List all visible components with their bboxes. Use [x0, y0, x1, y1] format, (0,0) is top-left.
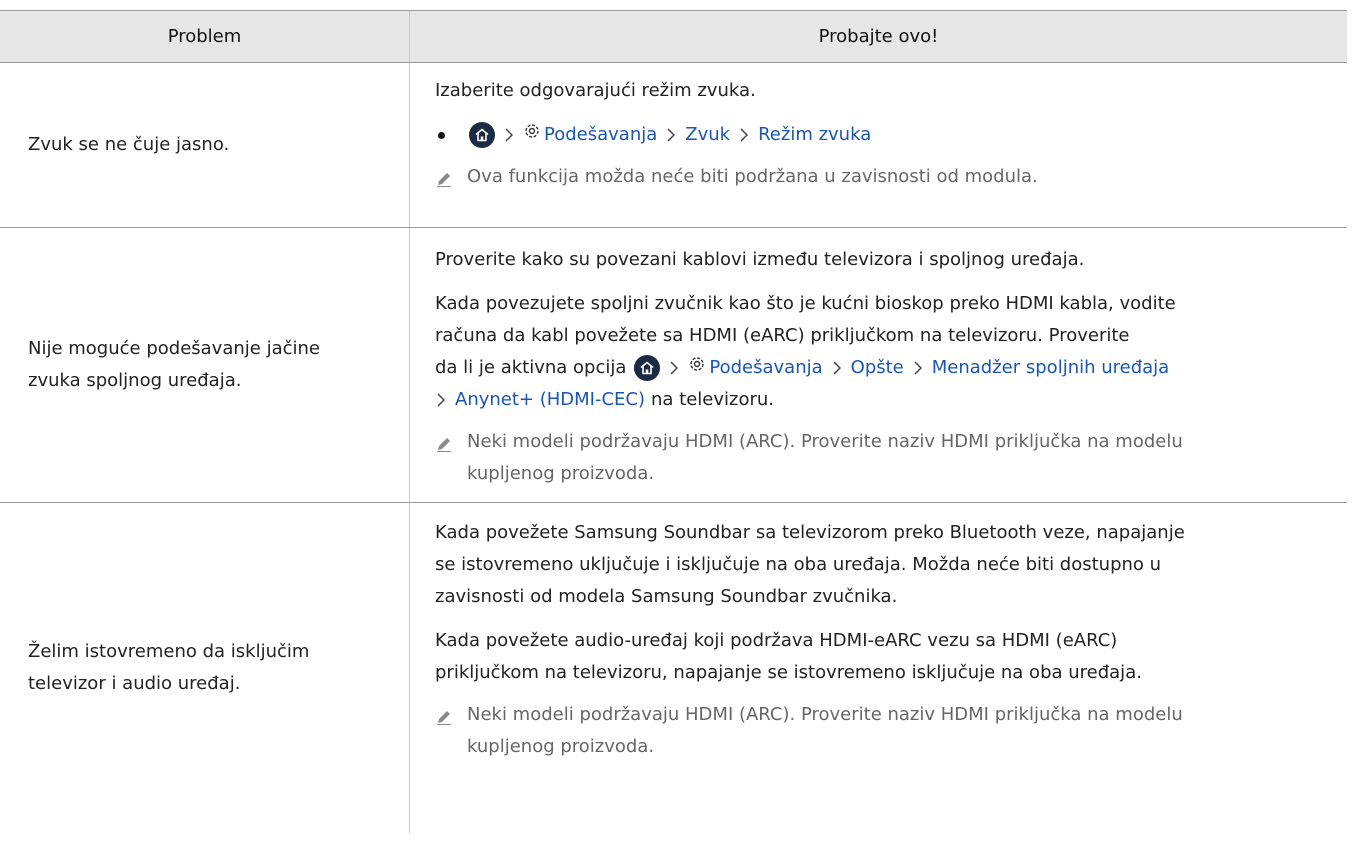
solution-text: Proverite kako su povezani kablovi izmeđ… [435, 249, 1085, 270]
note: Neki modeli podržavaju HDMI (ARC). Prove… [435, 699, 1335, 763]
solution-line: računa da kabl povežete sa HDMI (eARC) p… [435, 325, 1130, 346]
bullet-icon [438, 131, 445, 139]
solution-cell: Izaberite odgovarajući režim zvuka. Pode… [409, 63, 1347, 227]
menu-path: da li je aktivna opcija Podešavanja Opšt [435, 352, 1335, 384]
problem-text-line: Želim istovremeno da isključim [28, 641, 310, 662]
menu-link-settings[interactable]: Podešavanja [709, 352, 822, 384]
pencil-note-icon [435, 161, 467, 199]
chevron-right-icon [833, 352, 841, 384]
note-line: kupljenog proizvoda. [467, 736, 655, 757]
chevron-right-icon [437, 384, 445, 416]
note-text: Neki modeli podržavaju HDMI (ARC). Prove… [467, 426, 1335, 490]
problem-text-line: Nije moguće podešavanje jačine [28, 338, 320, 359]
pencil-note-icon [435, 426, 467, 490]
table-header: Problem Probajte ovo! [0, 10, 1347, 63]
table-row: Želim istovremeno da isključim televizor… [0, 503, 1347, 833]
home-icon[interactable] [469, 122, 495, 148]
problem-text-line: zvuka spoljnog uređaja. [28, 370, 242, 391]
menu-link-anynet[interactable]: Anynet+ (HDMI-CEC) [455, 384, 645, 416]
chevron-right-icon [914, 352, 922, 384]
solution-line: priključkom na televizoru, napajanje se … [435, 662, 1142, 683]
menu-path: Podešavanja Zvuk Režim zvuka [435, 119, 1335, 151]
solution-line: Kada povežete audio-uređaj koji podržava… [435, 630, 1118, 651]
solution-text: Izaberite odgovarajući režim zvuka. [435, 80, 756, 101]
chevron-right-icon [505, 119, 513, 151]
solution-line: zavisnosti od modela Samsung Soundbar zv… [435, 586, 898, 607]
gear-icon [688, 352, 706, 384]
solution-cell: Proverite kako su povezani kablovi izmeđ… [409, 228, 1347, 502]
menu-link-external-device-manager[interactable]: Menadžer spoljnih uređaja [932, 352, 1169, 384]
note-text: Ova funkcija možda neće biti podržana u … [467, 166, 1038, 187]
menu-path-continued: Anynet+ (HDMI-CEC) na televizoru. [435, 384, 1335, 416]
problem-cell: Nije moguće podešavanje jačine zvuka spo… [0, 228, 409, 502]
home-icon[interactable] [634, 355, 661, 381]
note-text: Neki modeli podržavaju HDMI (ARC). Prove… [467, 699, 1335, 763]
solution-line: da li je aktivna opcija [435, 357, 627, 378]
solution-cell: Kada povežete Samsung Soundbar sa televi… [409, 503, 1347, 833]
problem-cell: Želim istovremeno da isključim televizor… [0, 503, 409, 833]
menu-link-sound[interactable]: Zvuk [685, 119, 730, 151]
chevron-right-icon [667, 119, 676, 151]
menu-link-settings[interactable]: Podešavanja [544, 119, 657, 151]
note-line: kupljenog proizvoda. [467, 463, 655, 484]
menu-link-sound-mode[interactable]: Režim zvuka [758, 119, 871, 151]
solution-paragraph: Kada povezujete spoljni zvučnik kao što … [435, 288, 1335, 416]
problem-text-line: televizor i audio uređaj. [28, 673, 241, 694]
note: Neki modeli podržavaju HDMI (ARC). Prove… [435, 426, 1335, 490]
pencil-note-icon [435, 699, 467, 763]
table-row: Nije moguće podešavanje jačine zvuka spo… [0, 228, 1347, 503]
solution-line: Kada povežete Samsung Soundbar sa televi… [435, 522, 1185, 543]
solution-line-tail: na televizoru. [651, 389, 775, 410]
chevron-right-icon [670, 352, 679, 384]
solution-paragraph: Kada povežete Samsung Soundbar sa televi… [435, 517, 1335, 613]
header-problem: Problem [167, 26, 242, 47]
header-try-this: Probajte ovo! [409, 11, 1347, 62]
note-line: Neki modeli podržavaju HDMI (ARC). Prove… [467, 704, 1183, 725]
note: Ova funkcija možda neće biti podržana u … [435, 161, 1335, 199]
troubleshooting-table: Problem Probajte ovo! Zvuk se ne čuje ja… [0, 10, 1347, 833]
solution-line: se istovremeno uključuje i isključuje na… [435, 554, 1162, 575]
table-row: Zvuk se ne čuje jasno. Izaberite odgovar… [0, 63, 1347, 228]
problem-text: Zvuk se ne čuje jasno. [28, 134, 230, 155]
problem-cell: Zvuk se ne čuje jasno. [0, 63, 409, 227]
solution-line: Kada povezujete spoljni zvučnik kao što … [435, 293, 1176, 314]
gear-icon [523, 119, 541, 151]
note-line: Neki modeli podržavaju HDMI (ARC). Prove… [467, 431, 1183, 452]
solution-paragraph: Kada povežete audio-uređaj koji podržava… [435, 625, 1335, 689]
chevron-right-icon [740, 119, 749, 151]
menu-link-general[interactable]: Opšte [851, 352, 904, 384]
